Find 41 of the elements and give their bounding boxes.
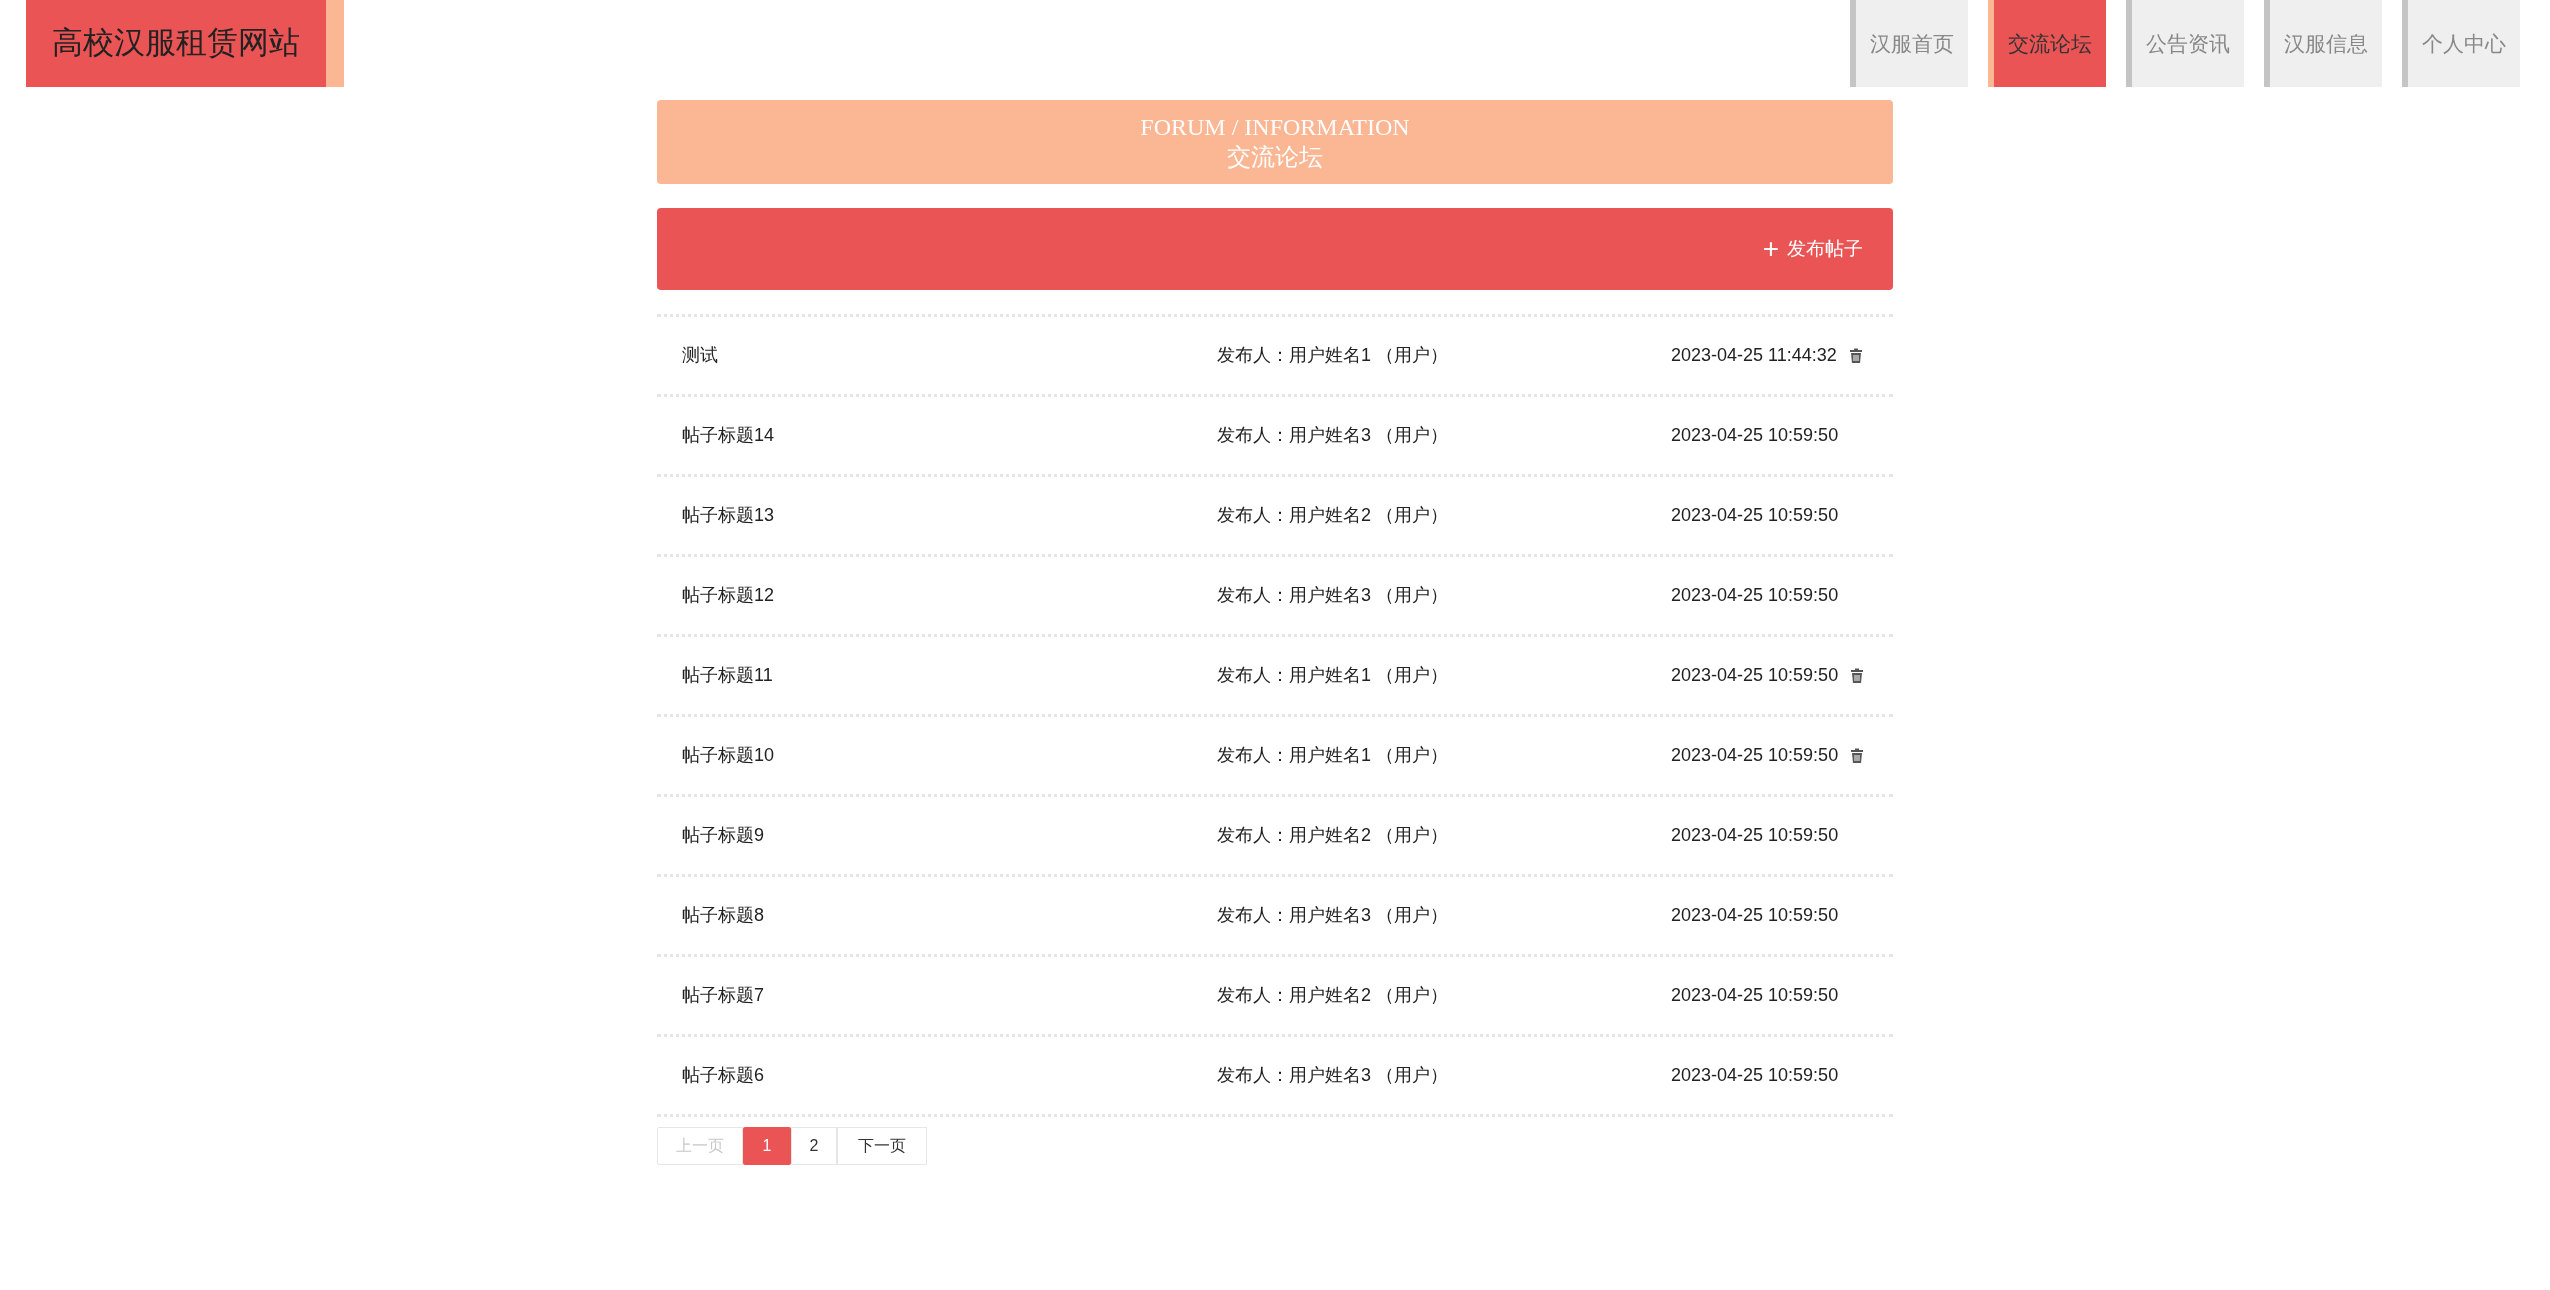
post-author: 发布人：用户姓名3 （用户） [1217, 584, 1449, 607]
post-title[interactable]: 帖子标题8 [682, 902, 1217, 929]
post-time: 2023-04-25 10:59:50 [1671, 424, 1839, 447]
post-time: 2023-04-25 10:59:50 [1671, 664, 1839, 687]
post-time: 2023-04-25 10:59:50 [1671, 584, 1839, 607]
post-author: 发布人：用户姓名1 （用户） [1217, 744, 1449, 767]
post-author: 发布人：用户姓名3 （用户） [1217, 904, 1449, 927]
page-number[interactable]: 2 [791, 1127, 837, 1165]
post-author: 发布人：用户姓名2 （用户） [1217, 984, 1449, 1007]
page-number[interactable]: 1 [743, 1127, 791, 1165]
site-title: 高校汉服租赁网站 [26, 0, 326, 87]
post-time: 2023-04-25 10:59:50 [1671, 904, 1839, 927]
trash-icon[interactable] [1848, 347, 1863, 364]
banner-subtitle: 交流论坛 [1227, 143, 1323, 172]
post-author: 发布人：用户姓名1 （用户） [1217, 664, 1449, 687]
trash-icon[interactable] [1850, 667, 1865, 684]
post-time: 2023-04-25 10:59:50 [1671, 1064, 1839, 1087]
nav-tab[interactable]: 交流论坛 [1988, 0, 2106, 87]
post-title[interactable]: 测试 [682, 342, 1217, 369]
post-author: 发布人：用户姓名2 （用户） [1217, 504, 1449, 527]
post-title[interactable]: 帖子标题12 [682, 582, 1217, 609]
trash-icon[interactable] [1850, 747, 1865, 764]
next-page-button[interactable]: 下一页 [837, 1127, 927, 1165]
post-author: 发布人：用户姓名3 （用户） [1217, 1064, 1449, 1087]
post-title[interactable]: 帖子标题10 [682, 742, 1217, 769]
post-author: 发布人：用户姓名2 （用户） [1217, 824, 1449, 847]
post-title[interactable]: 帖子标题13 [682, 502, 1217, 529]
post-title[interactable]: 帖子标题7 [682, 982, 1217, 1009]
post-title[interactable]: 帖子标题9 [682, 822, 1217, 849]
publish-post-button[interactable]: + 发布帖子 [1762, 234, 1863, 264]
post-title[interactable]: 帖子标题14 [682, 422, 1217, 449]
post-time: 2023-04-25 10:59:50 [1671, 824, 1839, 847]
post-author: 发布人：用户姓名1 （用户） [1217, 344, 1449, 367]
post-title[interactable]: 帖子标题11 [682, 662, 1217, 689]
post-title[interactable]: 帖子标题6 [682, 1062, 1217, 1089]
post-time: 2023-04-25 10:59:50 [1671, 744, 1839, 767]
post-author: 发布人：用户姓名3 （用户） [1217, 424, 1449, 447]
post-time: 2023-04-25 10:59:50 [1671, 504, 1839, 527]
post-time: 2023-04-25 10:59:50 [1671, 984, 1839, 1007]
banner-title: FORUM / INFORMATION [1140, 113, 1410, 142]
post-time: 2023-04-25 11:44:32 [1671, 344, 1837, 367]
